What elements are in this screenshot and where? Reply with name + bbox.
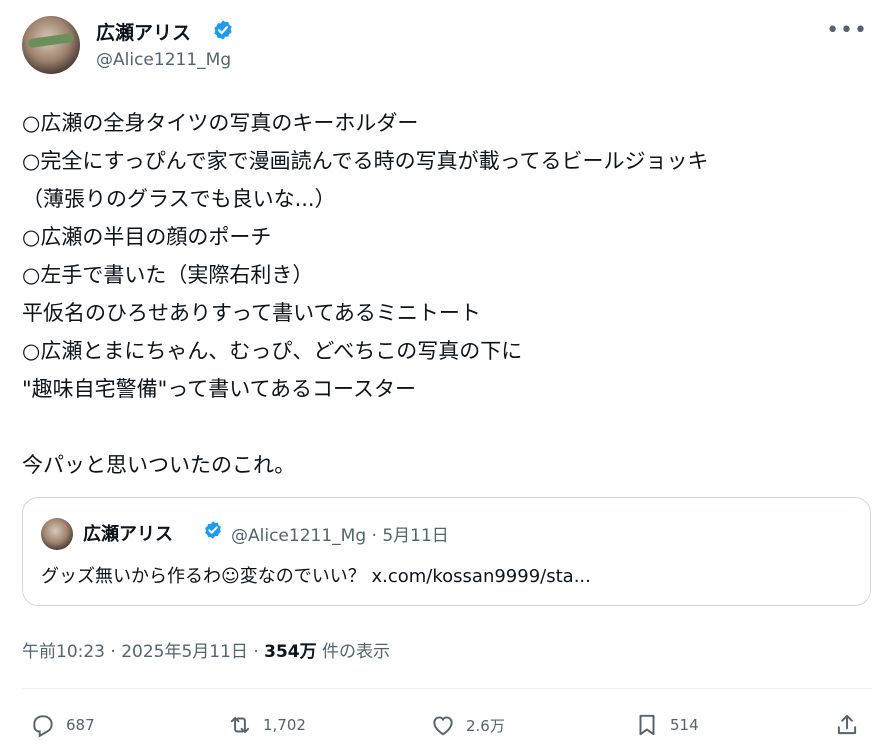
timestamp[interactable]: 午前10:23 · 2025年5月11日 · <box>22 642 264 662</box>
bookmark-icon <box>639 714 655 736</box>
quoted-author-name: 広瀬アリス <box>83 524 173 545</box>
more-options-icon[interactable]: ••• <box>826 18 868 43</box>
share-button[interactable] <box>834 705 860 745</box>
quoted-author-avatar <box>41 518 73 550</box>
bookmark-count: 514 <box>670 716 699 734</box>
repost-icon <box>230 716 250 734</box>
tweet-line: ○広瀬の全身タイツの写真のキーホルダー <box>22 111 419 135</box>
share-icon <box>837 714 857 735</box>
tweet-line: "趣味自宅警備"って書いてあるコースター <box>22 377 416 401</box>
quoted-text: グッズ無いから作るわ☺変なのでいい？ x.com/kossan9999/sta.… <box>41 566 591 587</box>
repost-button[interactable]: 1,702 <box>227 705 306 745</box>
tweet-line: 今パッと思いついたのこれ。 <box>22 453 296 477</box>
tweet-line: ○左手で書いた（実際右利き） <box>22 263 314 287</box>
tweet-line: ○広瀬とまにちゃん、むっぴ、どべちこの写真の下に <box>22 339 523 363</box>
quoted-handle-date: @Alice1211_Mg · 5月11日 <box>231 526 449 546</box>
tweet-header: 広瀬アリス @Alice1211_Mg ••• <box>22 14 872 78</box>
views-label: 件の表示 <box>316 642 391 662</box>
like-button[interactable]: 2.6万 <box>430 705 505 745</box>
verified-badge-icon <box>205 521 221 539</box>
author-name[interactable]: 広瀬アリス <box>96 18 191 45</box>
verified-badge-icon <box>214 20 232 40</box>
tweet-line: （薄張りのグラスでも良いな...） <box>22 187 336 211</box>
repost-count: 1,702 <box>263 716 306 734</box>
tweet-line: 平仮名のひろせありすって書いてあるミニトート <box>22 301 481 325</box>
tweet-meta: 午前10:23 · 2025年5月11日 · 354万 件の表示 <box>22 637 390 662</box>
action-bar: 687 1,702 2.6万 514 <box>22 705 872 745</box>
like-count: 2.6万 <box>466 716 505 735</box>
reply-count: 687 <box>66 716 95 734</box>
bookmark-button[interactable]: 514 <box>634 705 699 745</box>
reply-icon <box>33 715 53 738</box>
reply-button[interactable]: 687 <box>30 705 95 745</box>
tweet-text: ○広瀬の全身タイツの写真のキーホルダー ○完全にすっぴんで家で漫画読んでる時の写… <box>22 104 872 484</box>
heart-icon <box>433 716 453 736</box>
tweet-line: ○広瀬の半目の顔のポーチ <box>22 225 272 249</box>
author-handle[interactable]: @Alice1211_Mg <box>96 50 231 70</box>
tweet-line: ○完全にすっぴんで家で漫画読んでる時の写真が載ってるビールジョッキ <box>22 149 709 173</box>
quoted-tweet[interactable]: 広瀬アリス @Alice1211_Mg · 5月11日 グッズ無いから作るわ☺変… <box>22 497 871 606</box>
author-avatar[interactable] <box>22 16 80 74</box>
divider <box>22 688 872 689</box>
view-count[interactable]: 354万 <box>264 642 317 662</box>
